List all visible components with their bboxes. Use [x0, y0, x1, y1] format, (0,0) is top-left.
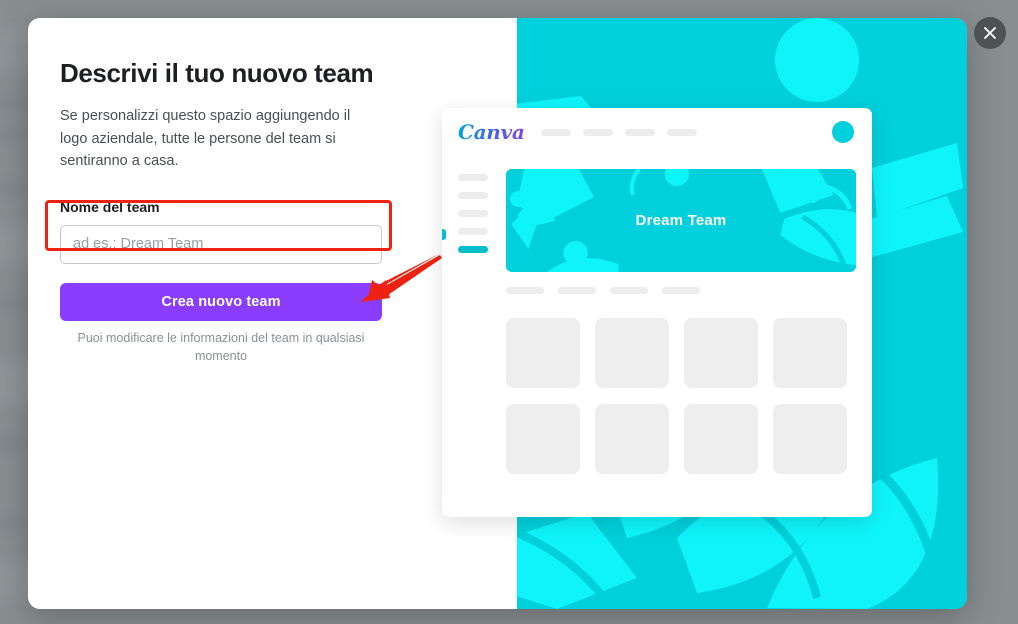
- team-name-input[interactable]: [60, 224, 382, 264]
- nav-placeholder-pill: [540, 128, 571, 136]
- nav-placeholder-pill: [624, 128, 655, 136]
- thumbnail-placeholder: [684, 404, 758, 474]
- sidebar-placeholder-pill: [458, 174, 488, 181]
- preview-tab-row: [506, 287, 856, 294]
- page-title: Descrivi il tuo nuovo team: [60, 58, 374, 88]
- preview-topbar: Canva: [442, 108, 872, 156]
- sidebar-placeholder-pill: [458, 228, 488, 235]
- tab-placeholder-pill: [662, 287, 700, 294]
- thumbnail-placeholder: [595, 318, 669, 388]
- avatar: [832, 121, 854, 143]
- sidebar-active-tab-indicator: [442, 229, 446, 240]
- sidebar-active-pill: [458, 246, 488, 253]
- tab-placeholder-pill: [558, 287, 596, 294]
- nav-placeholder-pill: [582, 128, 613, 136]
- tab-placeholder-pill: [610, 287, 648, 294]
- close-button[interactable]: [974, 17, 1006, 49]
- thumbnail-placeholder: [506, 318, 580, 388]
- banner-title: Dream Team: [635, 212, 727, 229]
- sidebar-placeholder-pill: [458, 210, 488, 217]
- team-banner: Dream Team: [506, 169, 856, 272]
- preview-thumbnail-grid: [506, 318, 856, 474]
- nav-placeholder-pill: [666, 128, 697, 136]
- thumbnail-placeholder: [506, 404, 580, 474]
- preview-main: Dream Team: [506, 156, 872, 474]
- preview-body: Dream Team: [442, 156, 872, 474]
- tab-placeholder-pill: [506, 287, 544, 294]
- team-name-field-wrap: [60, 224, 485, 264]
- modal-subtitle: Se personalizzi questo spazio aggiungend…: [60, 108, 351, 170]
- team-name-label: Nome del team: [60, 198, 160, 215]
- helper-text: Puoi modificare le informazioni del team…: [77, 330, 365, 363]
- create-team-button[interactable]: Crea nuovo team: [60, 282, 382, 321]
- thumbnail-placeholder: [773, 318, 847, 388]
- thumbnail-placeholder: [773, 404, 847, 474]
- thumbnail-placeholder: [595, 404, 669, 474]
- preview-sidebar: [442, 156, 506, 474]
- canva-app-preview: Canva Dream Team: [442, 108, 872, 517]
- canva-logo: Canva: [458, 120, 525, 144]
- thumbnail-placeholder: [684, 318, 758, 388]
- sidebar-placeholder-pill: [458, 192, 488, 199]
- close-icon: [984, 27, 996, 39]
